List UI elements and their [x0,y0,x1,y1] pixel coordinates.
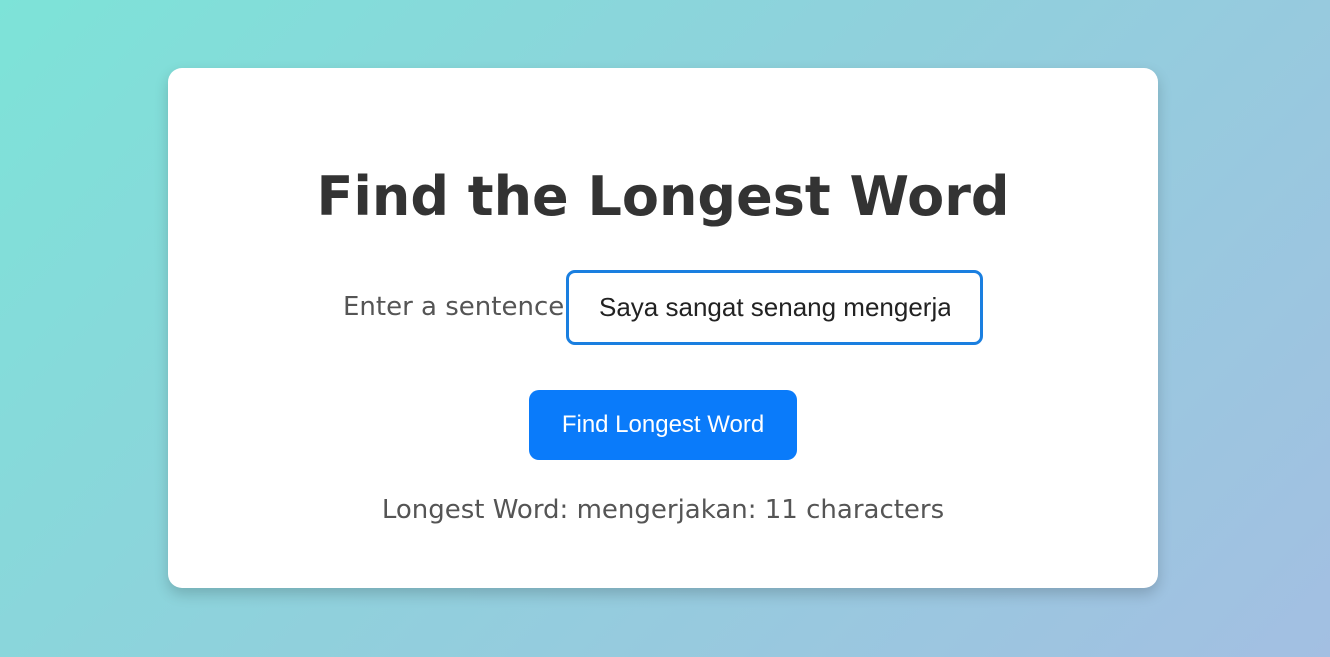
page-background: { "card": { "title": "Find the Longest W… [0,0,1330,657]
sentence-input[interactable] [566,270,983,345]
sentence-input-label: Enter a sentence: [343,292,573,322]
result-text: Longest Word: mengerjakan: 11 characters [381,495,945,525]
main-card: Find the Longest Word Enter a sentence: … [168,68,1158,588]
page-title: Find the Longest Word [316,165,1010,228]
sentence-input-row: Enter a sentence: [168,270,1158,345]
find-longest-word-button[interactable]: Find Longest Word [529,390,797,460]
